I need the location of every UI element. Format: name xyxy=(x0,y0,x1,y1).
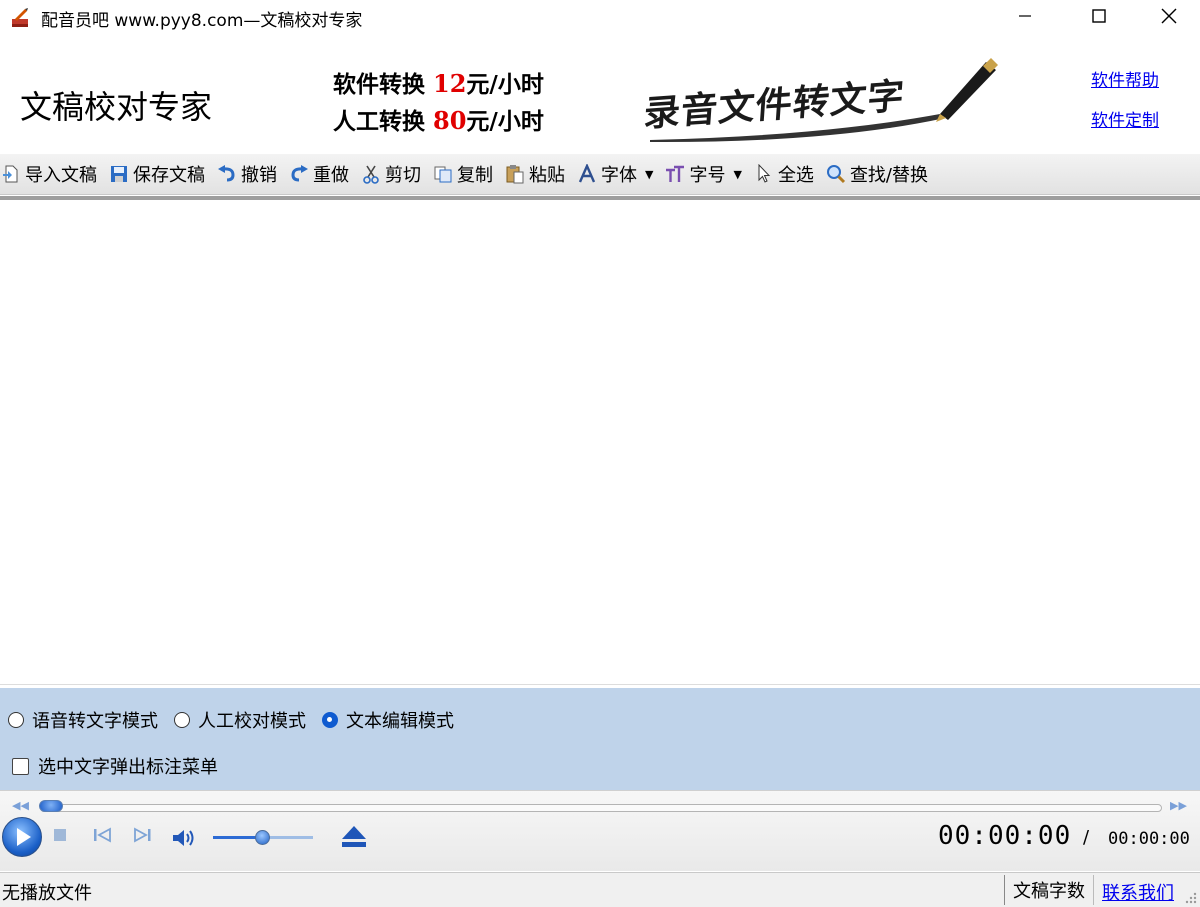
font-size-icon xyxy=(666,165,685,182)
toolbar-label: 查找/替换 xyxy=(849,165,929,186)
checkbox-label: 选中文字弹出标注菜单 xyxy=(38,757,218,778)
word-count-label: 文稿字数 xyxy=(1004,875,1094,905)
toolbar-label: 重做 xyxy=(313,165,349,186)
custom-link[interactable]: 软件定制 xyxy=(1091,106,1159,131)
toolbar: 导入文稿 保存文稿 撤销 重做 剪切 复制 粘贴 字体 ▼ 字号 ▼ 全选 查找… xyxy=(0,154,1200,195)
contact-us-link[interactable]: 联系我们 xyxy=(1102,879,1174,905)
copy-button[interactable]: 复制 xyxy=(432,156,498,192)
mode-radio-group: 语音转文字模式 人工校对模式 文本编辑模式 xyxy=(8,707,470,733)
paste-button[interactable]: 粘贴 xyxy=(504,156,570,192)
font-icon xyxy=(578,164,596,183)
radio-label: 人工校对模式 xyxy=(198,711,306,732)
fast-forward-icon[interactable]: ▶▶ xyxy=(1170,799,1187,812)
audio-player: ◀◀ ▶▶ 00:00:00 / 00:00:00 xyxy=(0,790,1200,871)
promo-line-software: 软件转换 12元/小时 xyxy=(333,66,544,103)
promo-unit: 元/小时 xyxy=(466,109,544,135)
total-time: 00:00:00 xyxy=(1108,829,1190,849)
seek-bar[interactable] xyxy=(40,804,1162,812)
play-icon xyxy=(17,828,31,846)
eject-icon[interactable] xyxy=(340,825,368,849)
radio-indicator xyxy=(8,712,24,728)
mode-manual-proofread-radio[interactable]: 人工校对模式 xyxy=(174,707,306,733)
maximize-icon xyxy=(1092,9,1106,23)
toolbar-label: 保存文稿 xyxy=(133,165,205,186)
rewind-icon[interactable]: ◀◀ xyxy=(12,799,29,812)
promo-price: 80 xyxy=(433,106,467,135)
radio-label: 语音转文字模式 xyxy=(32,711,158,732)
cut-button[interactable]: 剪切 xyxy=(360,156,426,192)
minimize-icon xyxy=(1019,15,1031,17)
promo-text: 人工转换 xyxy=(333,109,434,135)
paste-icon xyxy=(506,165,524,184)
font-size-dropdown[interactable]: 字号 ▼ xyxy=(664,156,746,192)
toolbar-label: 复制 xyxy=(457,165,493,186)
toolbar-label: 字号 xyxy=(689,165,726,186)
toolbar-label: 撤销 xyxy=(241,165,277,186)
toolbar-label: 剪切 xyxy=(385,165,421,186)
status-bar: 无播放文件 文稿字数 联系我们 xyxy=(0,872,1200,907)
find-replace-icon xyxy=(826,165,845,184)
mode-panel: 语音转文字模式 人工校对模式 文本编辑模式 选中文字弹出标注菜单 xyxy=(0,688,1200,790)
toolbar-label: 导入文稿 xyxy=(25,165,97,186)
undo-button[interactable]: 撤销 xyxy=(216,156,282,192)
promo-price: 12 xyxy=(433,69,467,98)
promo-text: 软件转换 xyxy=(333,72,434,98)
volume-icon[interactable] xyxy=(172,828,198,848)
play-button[interactable] xyxy=(2,817,42,857)
promo-line-manual: 人工转换 80元/小时 xyxy=(333,103,544,140)
undo-icon xyxy=(218,165,235,182)
popup-annotation-checkbox[interactable]: 选中文字弹出标注菜单 xyxy=(12,753,218,779)
radio-indicator xyxy=(174,712,190,728)
current-time: 00:00:00 xyxy=(938,821,1072,851)
stop-icon[interactable] xyxy=(53,827,69,843)
time-separator: / xyxy=(1083,827,1090,848)
maximize-button[interactable] xyxy=(1064,0,1134,32)
minimize-button[interactable] xyxy=(990,0,1060,32)
help-link[interactable]: 软件帮助 xyxy=(1091,66,1159,91)
cut-icon xyxy=(363,165,379,184)
close-icon xyxy=(1161,8,1177,24)
save-doc-button[interactable]: 保存文稿 xyxy=(108,156,210,192)
promo-unit: 元/小时 xyxy=(466,72,544,98)
header-banner: 文稿校对专家 软件转换 12元/小时 人工转换 80元/小时 录音文件转文字 软… xyxy=(0,36,1200,154)
chevron-down-icon: ▼ xyxy=(645,167,654,181)
file-status: 无播放文件 xyxy=(2,883,92,904)
toolbar-label: 粘贴 xyxy=(529,165,565,186)
find-replace-button[interactable]: 查找/替换 xyxy=(825,156,933,192)
app-icon xyxy=(12,8,28,27)
copy-icon xyxy=(434,166,452,183)
save-icon xyxy=(111,166,127,182)
previous-icon[interactable] xyxy=(92,827,112,843)
resize-grip-icon[interactable] xyxy=(1184,891,1198,905)
close-button[interactable] xyxy=(1134,0,1200,32)
document-editor[interactable] xyxy=(0,200,1200,685)
font-dropdown[interactable]: 字体 ▼ xyxy=(576,156,658,192)
pricing-promo: 软件转换 12元/小时 人工转换 80元/小时 xyxy=(333,66,544,140)
next-icon[interactable] xyxy=(133,827,153,843)
redo-icon xyxy=(291,165,308,182)
radio-label: 文本编辑模式 xyxy=(346,711,454,732)
chevron-down-icon: ▼ xyxy=(733,167,742,181)
volume-thumb[interactable] xyxy=(255,830,270,845)
redo-button[interactable]: 重做 xyxy=(288,156,354,192)
mode-speech-to-text-radio[interactable]: 语音转文字模式 xyxy=(8,707,158,733)
title-bar: 配音员吧 www.pyy8.com—文稿校对专家 xyxy=(0,0,1200,36)
select-all-button[interactable]: 全选 xyxy=(753,156,819,192)
import-doc-button[interactable]: 导入文稿 xyxy=(0,156,102,192)
select-all-icon xyxy=(758,164,771,183)
import-doc-icon xyxy=(3,165,18,183)
seek-thumb[interactable] xyxy=(39,800,63,812)
checkbox-indicator xyxy=(12,757,29,775)
toolbar-label: 全选 xyxy=(777,165,814,186)
app-heading: 文稿校对专家 xyxy=(20,88,213,126)
radio-indicator-selected xyxy=(322,712,338,728)
window-title: 配音员吧 www.pyy8.com—文稿校对专家 xyxy=(41,11,363,31)
mode-text-edit-radio[interactable]: 文本编辑模式 xyxy=(322,707,454,733)
toolbar-label: 字体 xyxy=(601,165,637,186)
